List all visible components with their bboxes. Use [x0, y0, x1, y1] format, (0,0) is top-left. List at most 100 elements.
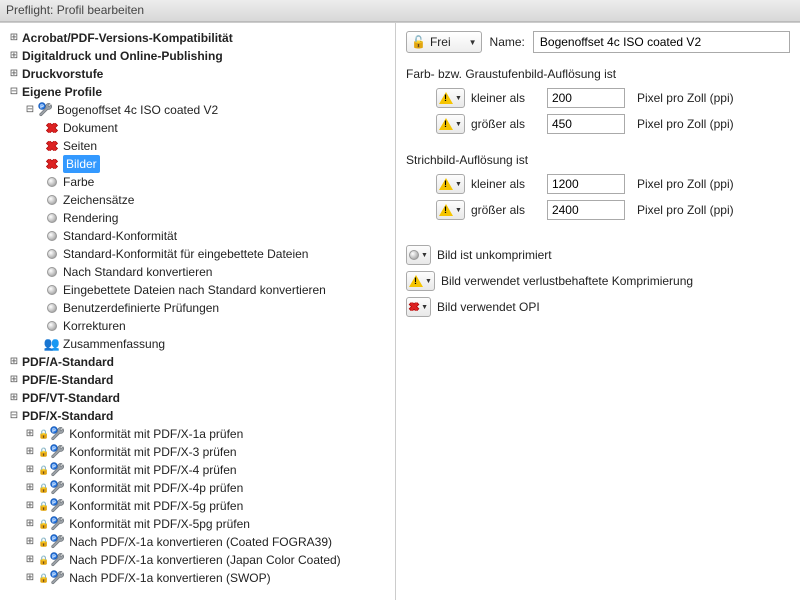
tree-druck[interactable]: ⊞ Druckvorstufe — [6, 65, 393, 83]
warning-icon — [439, 204, 453, 216]
error-icon: ✖ — [44, 120, 60, 136]
severity-dropdown[interactable]: ✖▼ — [406, 297, 431, 317]
expand-icon[interactable]: ⊞ — [24, 518, 36, 530]
tree-acrobat[interactable]: ⊞ Acrobat/PDF-Versions-Kompatibilität — [6, 29, 393, 47]
profile-icon — [50, 444, 66, 460]
check-label: Bild verwendet OPI — [437, 300, 540, 314]
check-label: Bild verwendet verlustbehaftete Komprimi… — [441, 274, 693, 288]
expand-icon[interactable]: ⊞ — [24, 482, 36, 494]
dot-icon — [44, 192, 60, 208]
lock-icon: 🔒 — [38, 443, 49, 461]
section-color-res: Farb- bzw. Graustufenbild-Auflösung ist — [406, 67, 790, 81]
expand-icon[interactable]: ⊞ — [8, 68, 20, 80]
severity-dropdown[interactable]: ▼ — [406, 245, 431, 265]
tree-pdfe[interactable]: ⊞ PDF/E-Standard — [6, 371, 393, 389]
lock-icon: 🔒 — [38, 461, 49, 479]
check-lossy[interactable]: ▼ Bild verwendet verlustbehaftete Kompri… — [406, 271, 790, 291]
expand-icon[interactable]: ⊞ — [24, 464, 36, 476]
profile-icon — [50, 498, 66, 514]
tree-seiten[interactable]: ✖ Seiten — [6, 137, 393, 155]
check-uncompressed[interactable]: ▼ Bild ist unkomprimiert — [406, 245, 790, 265]
tree-digital[interactable]: ⊞ Digitaldruck und Online-Publishing — [6, 47, 393, 65]
expand-icon[interactable]: ⊞ — [24, 428, 36, 440]
tree-x4[interactable]: ⊞ 🔒 Konformität mit PDF/X-4 prüfen — [6, 461, 393, 479]
tree-x4p[interactable]: ⊞ 🔒 Konformität mit PDF/X-4p prüfen — [6, 479, 393, 497]
expand-icon[interactable]: ⊞ — [8, 374, 20, 386]
tree-bilder[interactable]: ✖ Bilder — [6, 155, 393, 173]
color-min-input[interactable] — [547, 88, 625, 108]
profile-tree[interactable]: ⊞ Acrobat/PDF-Versions-Kompatibilität ⊞ … — [0, 27, 395, 589]
warning-icon — [409, 275, 423, 287]
tree-farbe[interactable]: Farbe — [6, 173, 393, 191]
tree-pdfx[interactable]: ⊟ PDF/X-Standard — [6, 407, 393, 425]
chevron-down-icon: ▼ — [455, 181, 462, 188]
expand-icon[interactable]: ⊞ — [8, 392, 20, 404]
expand-icon[interactable]: ⊞ — [8, 32, 20, 44]
collapse-icon[interactable]: ⊟ — [24, 104, 36, 116]
tree-x5pg[interactable]: ⊞ 🔒 Konformität mit PDF/X-5pg prüfen — [6, 515, 393, 533]
profile-name-input[interactable] — [533, 31, 790, 53]
lock-icon: 🔒 — [38, 533, 49, 551]
tree-nachstd[interactable]: Nach Standard konvertieren — [6, 263, 393, 281]
tree-conv-swop[interactable]: ⊞ 🔒 Nach PDF/X-1a konvertieren (SWOP) — [6, 569, 393, 587]
expand-icon[interactable]: ⊞ — [8, 356, 20, 368]
profile-icon — [50, 480, 66, 496]
window-title: Preflight: Profil bearbeiten — [0, 0, 800, 22]
profile-icon — [50, 552, 66, 568]
expand-icon[interactable]: ⊞ — [24, 446, 36, 458]
tree-conv-japan[interactable]: ⊞ 🔒 Nach PDF/X-1a konvertieren (Japan Co… — [6, 551, 393, 569]
tree-panel: ⊞ Acrobat/PDF-Versions-Kompatibilität ⊞ … — [0, 23, 396, 600]
expand-icon[interactable]: ⊞ — [8, 50, 20, 62]
expand-icon[interactable]: ⊞ — [24, 500, 36, 512]
check-opi[interactable]: ✖▼ Bild verwendet OPI — [406, 297, 790, 317]
warning-icon — [439, 118, 453, 130]
lock-icon: 🔒 — [38, 551, 49, 569]
collapse-icon[interactable]: ⊟ — [8, 410, 20, 422]
dot-icon — [44, 318, 60, 334]
error-icon: ✖ — [409, 300, 419, 314]
tree-zeichen[interactable]: Zeichensätze — [6, 191, 393, 209]
chevron-down-icon: ▼ — [425, 278, 432, 285]
tree-pdfvt[interactable]: ⊞ PDF/VT-Standard — [6, 389, 393, 407]
error-icon: ✖ — [44, 156, 60, 172]
tree-pdfa[interactable]: ⊞ PDF/A-Standard — [6, 353, 393, 371]
severity-dropdown[interactable]: ▼ — [436, 174, 465, 194]
section-line-res: Strichbild-Auflösung ist — [406, 153, 790, 167]
line-max-input[interactable] — [547, 200, 625, 220]
dot-icon — [44, 228, 60, 244]
severity-dropdown[interactable]: ▼ — [406, 271, 435, 291]
line-min-input[interactable] — [547, 174, 625, 194]
selected-item: Bilder — [63, 155, 100, 173]
tree-conv-fogra[interactable]: ⊞ 🔒 Nach PDF/X-1a konvertieren (Coated F… — [6, 533, 393, 551]
lock-dropdown[interactable]: 🔓 Frei ▼ — [406, 31, 482, 53]
severity-dropdown[interactable]: ▼ — [436, 114, 465, 134]
unit-label: Pixel pro Zoll (ppi) — [637, 203, 734, 217]
profile-icon — [50, 426, 66, 442]
larger-label: größer als — [471, 203, 541, 217]
tree-bogen[interactable]: ⊟ Bogenoffset 4c ISO coated V2 — [6, 101, 393, 119]
tree-x3[interactable]: ⊞ 🔒 Konformität mit PDF/X-3 prüfen — [6, 443, 393, 461]
severity-dropdown[interactable]: ▼ — [436, 200, 465, 220]
tree-x5g[interactable]: ⊞ 🔒 Konformität mit PDF/X-5g prüfen — [6, 497, 393, 515]
chevron-down-icon: ▼ — [455, 121, 462, 128]
tree-zusammen[interactable]: 👥 Zusammenfassung — [6, 335, 393, 353]
tree-rendering[interactable]: Rendering — [6, 209, 393, 227]
tree-benutzer[interactable]: Benutzerdefinierte Prüfungen — [6, 299, 393, 317]
severity-dropdown[interactable]: ▼ — [436, 88, 465, 108]
expand-icon[interactable]: ⊞ — [24, 536, 36, 548]
tree-x1a[interactable]: ⊞ 🔒 Konformität mit PDF/X-1a prüfen — [6, 425, 393, 443]
tree-korrekturen[interactable]: Korrekturen — [6, 317, 393, 335]
tree-eingeb[interactable]: Eingebettete Dateien nach Standard konve… — [6, 281, 393, 299]
collapse-icon[interactable]: ⊟ — [8, 86, 20, 98]
chevron-down-icon: ▼ — [455, 207, 462, 214]
expand-icon[interactable]: ⊞ — [24, 572, 36, 584]
tree-stdkonf-emb[interactable]: Standard-Konformität für eingebettete Da… — [6, 245, 393, 263]
tree-stdkonf[interactable]: Standard-Konformität — [6, 227, 393, 245]
dot-icon — [409, 250, 419, 260]
larger-label: größer als — [471, 117, 541, 131]
tree-eigene[interactable]: ⊟ Eigene Profile — [6, 83, 393, 101]
tree-dokument[interactable]: ✖ Dokument — [6, 119, 393, 137]
expand-icon[interactable]: ⊞ — [24, 554, 36, 566]
profile-icon — [50, 570, 66, 586]
color-max-input[interactable] — [547, 114, 625, 134]
